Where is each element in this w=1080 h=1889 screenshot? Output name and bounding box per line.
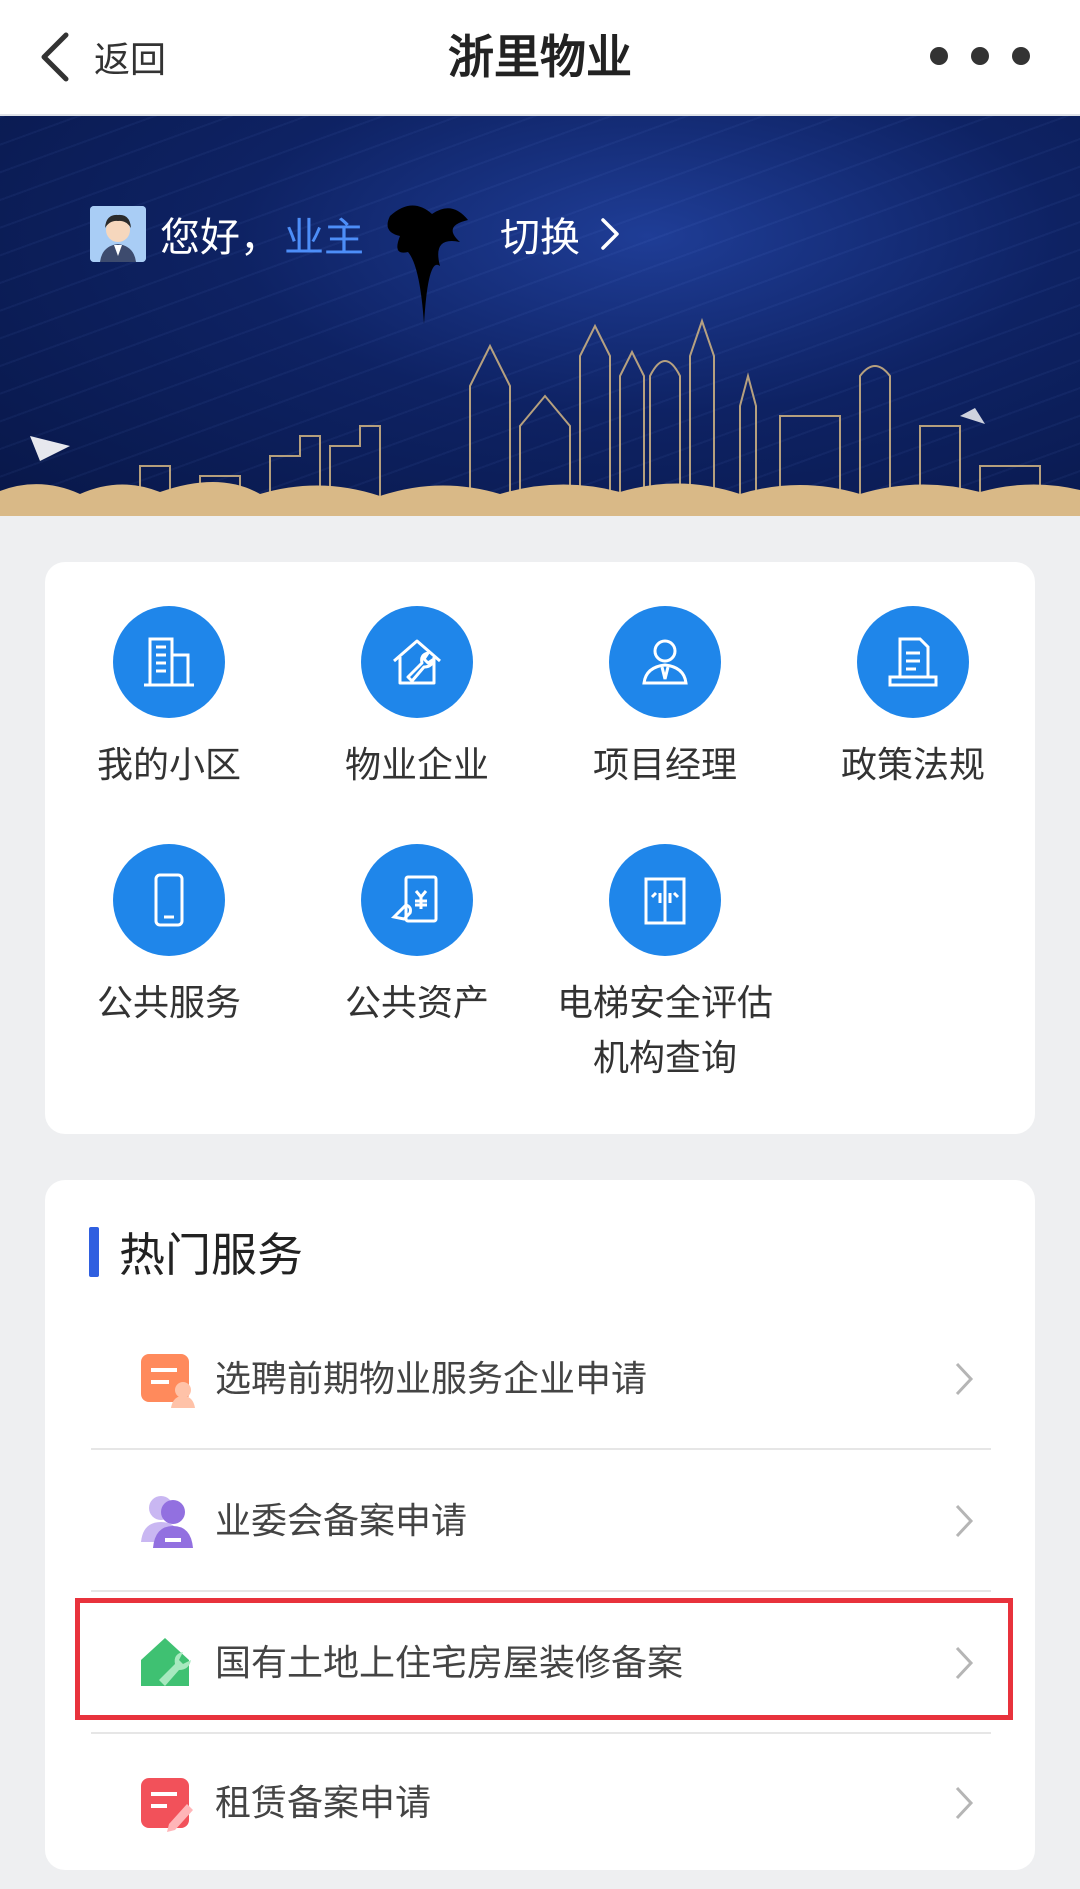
hot-services-card: 热门服务 选聘前期物业服务企业申请 业委会备案申请 国有土地上住宅房屋装修备案 … [45,1180,1035,1870]
more-dot-icon [930,47,948,65]
service-label: 政策法规 [840,745,985,786]
building-icon [113,606,225,718]
service-public-services[interactable]: 公共服务 [49,844,289,1031]
chevron-right-icon [955,1504,974,1538]
switch-label: 切换 [500,215,580,261]
service-label: 公共资产 [344,983,489,1024]
more-menu-button[interactable] [930,36,1030,76]
service-grid-card: 我的小区 物业企业 项目经理 政策法规 公共服务 公共资产 电梯安全评估 机构查… [45,562,1035,1134]
orange-form-icon [141,1354,195,1408]
hot-services-heading: 热门服务 [119,1228,303,1282]
hot-item-label: 国有土地上住宅房屋装修备案 [215,1643,684,1684]
service-label: 物业企业 [344,745,489,786]
manager-icon [609,606,721,718]
chevron-right-icon [955,1786,974,1820]
service-label: 电梯安全评估 机构查询 [545,976,785,1086]
greeting-text: 您好， [160,215,280,261]
hot-item-lease-filing[interactable]: 租赁备案申请 [91,1732,991,1872]
redacted-name-scribble [382,202,468,324]
service-label: 项目经理 [592,745,737,786]
hot-services-title: 热门服务 [89,1220,303,1284]
switch-account-button[interactable]: 切换 [500,205,622,263]
purple-user-icon [141,1496,193,1548]
service-label: 我的小区 [96,745,241,786]
phone-icon [113,844,225,956]
chevron-left-icon [41,32,69,82]
chevron-right-icon [955,1646,974,1680]
chevron-right-icon [955,1362,974,1396]
red-edit-icon [141,1778,193,1832]
user-avatar-icon [90,206,146,262]
service-property-company[interactable]: 物业企业 [297,606,537,793]
hot-item-select-property-company[interactable]: 选聘前期物业服务企业申请 [91,1308,991,1448]
service-public-assets[interactable]: 公共资产 [297,844,537,1031]
back-label: 返回 [94,40,167,81]
back-button[interactable]: 返回 [36,22,166,92]
service-label-line2: 机构查询 [592,1038,737,1079]
navigation-bar: 返回 浙里物业 [0,0,1080,116]
greeting-row: 您好， 业主 切换 [90,202,622,324]
chevron-right-icon [601,218,619,250]
service-my-community[interactable]: 我的小区 [49,606,289,793]
service-label-line1: 电梯安全评估 [556,983,773,1024]
service-project-manager[interactable]: 项目经理 [545,606,785,793]
more-dot-icon [1012,47,1030,65]
elevator-icon [609,844,721,956]
hot-item-label: 业委会备案申请 [215,1501,468,1542]
hot-item-owners-committee-filing[interactable]: 业委会备案申请 [91,1450,991,1590]
more-dot-icon [971,47,989,65]
hot-item-label: 选聘前期物业服务企业申请 [215,1359,648,1400]
green-house-icon [141,1638,191,1686]
title-accent-bar [89,1227,99,1277]
city-skyline-illustration [0,317,1080,516]
hot-item-label: 租赁备案申请 [215,1783,432,1824]
city-banner: 您好， 业主 切换 [0,116,1080,516]
service-elevator-assessment[interactable]: 电梯安全评估 机构查询 [545,844,785,1086]
house-wrench-icon [361,606,473,718]
user-role: 业主 [284,215,364,261]
document-icon [857,606,969,718]
asset-icon [361,844,473,956]
avatar [90,206,146,262]
hot-item-house-decoration-filing[interactable]: 国有土地上住宅房屋装修备案 [91,1592,991,1732]
service-label: 公共服务 [96,983,241,1024]
service-policy-regulations[interactable]: 政策法规 [793,606,1033,793]
